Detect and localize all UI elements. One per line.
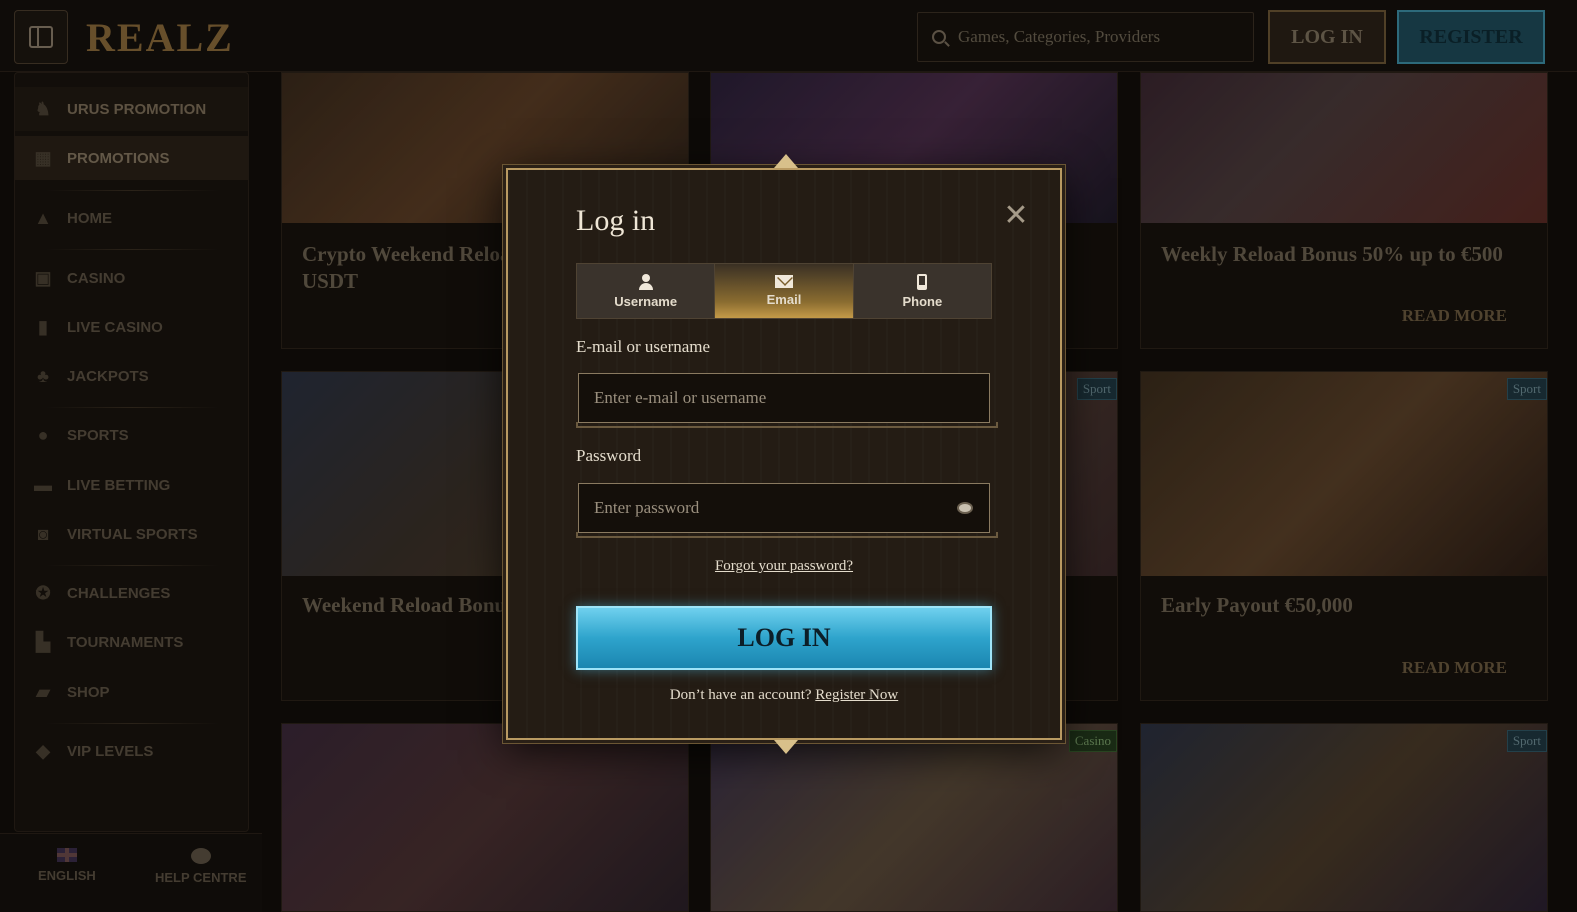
- tab-label: Username: [614, 293, 678, 309]
- tab-label: Email: [766, 292, 802, 307]
- mail-icon: [774, 275, 793, 288]
- signup-prompt: Don’t have an account? Register Now: [508, 687, 1060, 704]
- ornament-bottom: [774, 740, 798, 754]
- password-field[interactable]: [594, 498, 934, 518]
- login-button[interactable]: LOG IN: [576, 606, 992, 670]
- no-account-text: Don’t have an account?: [669, 687, 812, 703]
- password-label: Password: [576, 446, 642, 465]
- close-icon[interactable]: ✕: [1002, 201, 1030, 231]
- login-method-tabs: Username Email Phone: [576, 263, 992, 319]
- show-password-icon[interactable]: [957, 502, 973, 514]
- login-modal: Log in ✕ Username Email Phone E-mail or …: [506, 154, 1062, 754]
- user-icon: [638, 273, 653, 290]
- tab-phone[interactable]: Phone: [853, 264, 991, 318]
- tab-label: Phone: [902, 293, 943, 309]
- forgot-password-link[interactable]: Forgot your password?: [508, 558, 1060, 575]
- email-field[interactable]: [594, 388, 934, 408]
- email-field-wrapper: [576, 373, 998, 428]
- tab-email[interactable]: Email: [715, 264, 854, 318]
- tab-username[interactable]: Username: [577, 264, 716, 318]
- modal-title: Log in: [576, 204, 656, 237]
- register-now-link[interactable]: Register Now: [815, 687, 898, 703]
- password-field-wrapper: [576, 483, 998, 538]
- ornament-top: [774, 154, 798, 168]
- phone-icon: [917, 273, 928, 290]
- email-label: E-mail or username: [576, 337, 711, 356]
